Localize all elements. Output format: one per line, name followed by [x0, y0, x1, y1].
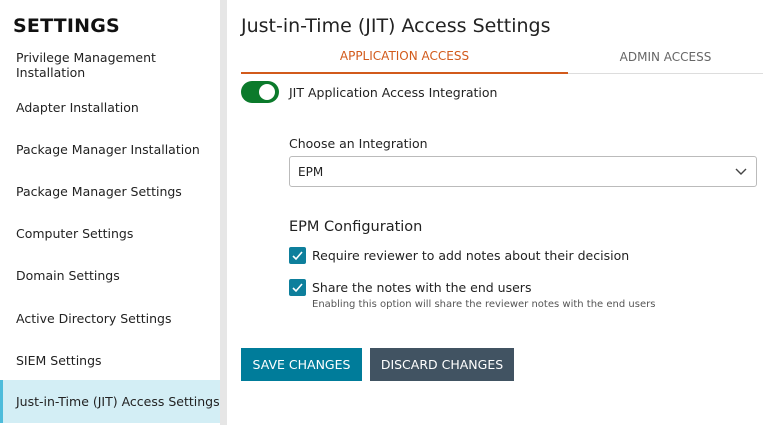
toggle-label: JIT Application Access Integration	[289, 85, 498, 100]
check-icon	[292, 251, 303, 261]
integration-value: EPM	[298, 164, 324, 179]
config-title: EPM Configuration	[289, 219, 423, 235]
sidebar-item-computer-settings[interactable]: Computer Settings	[0, 212, 220, 255]
sidebar-item-package-manager-installation[interactable]: Package Manager Installation	[0, 128, 220, 171]
page-title: Just-in-Time (JIT) Access Settings	[241, 15, 551, 37]
share-notes-hint: Enabling this option will share the revi…	[312, 299, 656, 310]
sidebar-divider	[220, 0, 227, 425]
tab-admin-access[interactable]: ADMIN ACCESS	[568, 40, 763, 74]
sidebar-item-package-manager-settings[interactable]: Package Manager Settings	[0, 170, 220, 213]
sidebar-item-domain-settings[interactable]: Domain Settings	[0, 254, 220, 297]
tab-application-access[interactable]: APPLICATION ACCESS	[241, 40, 568, 74]
settings-sidebar: SETTINGS Privilege Management Installati…	[0, 0, 220, 425]
jit-integration-toggle[interactable]	[241, 81, 279, 103]
check-icon	[292, 283, 303, 293]
integration-select[interactable]: EPM	[289, 156, 757, 187]
sidebar-item-privilege-management-installation[interactable]: Privilege Management Installation	[0, 43, 220, 86]
share-notes-checkbox[interactable]	[289, 279, 306, 296]
sidebar-item-active-directory-settings[interactable]: Active Directory Settings	[0, 297, 220, 340]
sidebar-item-siem-settings[interactable]: SIEM Settings	[0, 339, 220, 382]
save-changes-button[interactable]: SAVE CHANGES	[241, 348, 362, 381]
toggle-knob	[259, 84, 275, 100]
sidebar-title: SETTINGS	[13, 15, 120, 37]
discard-changes-button[interactable]: DISCARD CHANGES	[370, 348, 514, 381]
sidebar-item-jit-access-settings[interactable]: Just-in-Time (JIT) Access Settings	[0, 380, 220, 423]
integration-label: Choose an Integration	[289, 136, 428, 151]
require-notes-label: Require reviewer to add notes about thei…	[312, 248, 630, 263]
sidebar-item-adapter-installation[interactable]: Adapter Installation	[0, 86, 220, 129]
share-notes-label: Share the notes with the end users	[312, 280, 532, 295]
tab-bar: APPLICATION ACCESS ADMIN ACCESS	[241, 40, 763, 74]
chevron-down-icon	[735, 168, 747, 175]
require-notes-checkbox[interactable]	[289, 247, 306, 264]
